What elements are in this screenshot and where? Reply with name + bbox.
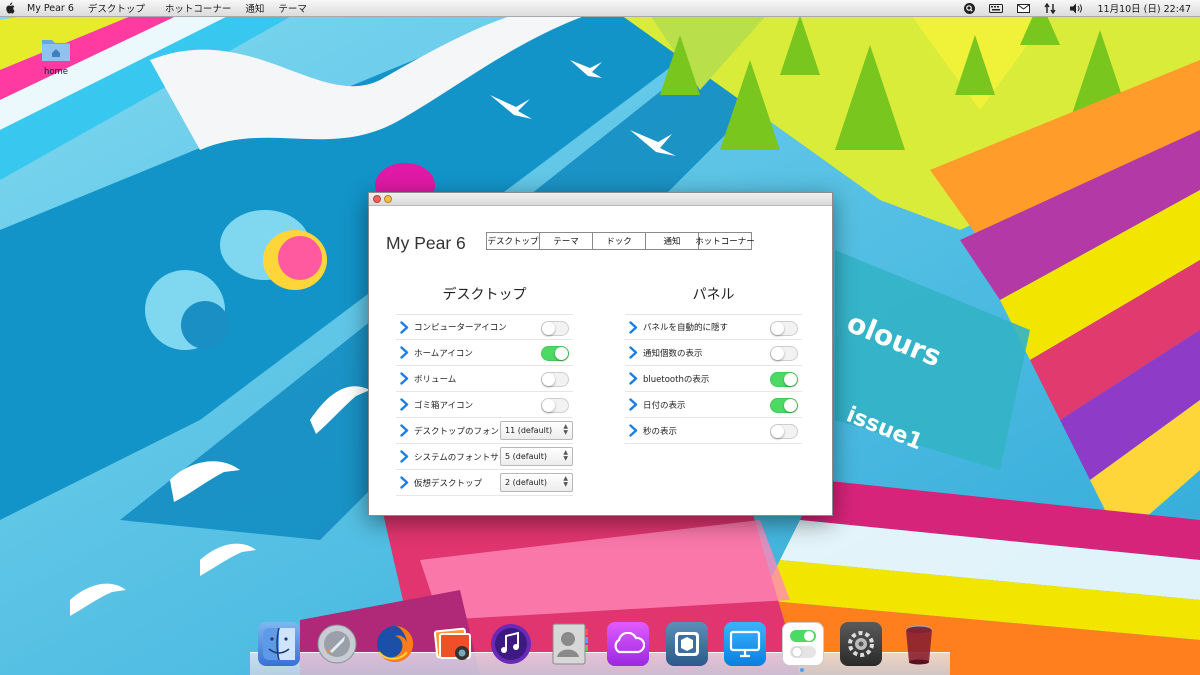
toggle-switch[interactable] bbox=[770, 321, 798, 336]
desktop-setting-row[interactable]: ゴミ箱アイコン bbox=[396, 392, 573, 418]
toggle-switch[interactable] bbox=[770, 398, 798, 413]
rocket-launcher-icon[interactable] bbox=[316, 622, 358, 666]
toggle-settings-icon[interactable] bbox=[782, 622, 824, 666]
toggle-switch[interactable] bbox=[541, 398, 569, 413]
minimize-button[interactable] bbox=[384, 195, 392, 203]
desktop-setting-row[interactable]: 仮想デスクトップ 2 (default) ▲ ▼ bbox=[396, 470, 573, 496]
menu-desktop[interactable]: デスクトップ bbox=[81, 1, 152, 15]
panel-settings-list: パネルを自動的に隠す 通知個数の表示 bluetoothの表示 日付の表示秒の表示 bbox=[625, 314, 802, 444]
panel-setting-row[interactable]: 日付の表示 bbox=[625, 392, 802, 418]
desktop-setting-row[interactable]: ホームアイコン bbox=[396, 340, 573, 366]
stepper-arrows-icon: ▲ ▼ bbox=[563, 423, 568, 436]
panel-setting-row[interactable]: bluetoothの表示 bbox=[625, 366, 802, 392]
desktop-settings-list: コンピューターアイコン ホームアイコン ボリュームゴミ箱アイコンデスクトップのフォン… bbox=[396, 314, 573, 496]
tab-desktop[interactable]: デスクトップ bbox=[486, 232, 540, 250]
desktop-setting-row[interactable]: システムのフォントサイズ 5 (default) ▲ ▼ bbox=[396, 444, 573, 470]
cydia-box-icon[interactable] bbox=[666, 622, 708, 666]
desktop-setting-row[interactable]: ボリューム bbox=[396, 366, 573, 392]
chevron-right-icon[interactable] bbox=[397, 372, 411, 386]
panel-setting-row[interactable]: 通知個数の表示 bbox=[625, 340, 802, 366]
panel-setting-label: 通知個数の表示 bbox=[643, 348, 703, 359]
chevron-right-icon[interactable] bbox=[397, 424, 411, 438]
volume-icon[interactable] bbox=[1070, 2, 1084, 14]
home-folder[interactable]: home bbox=[38, 36, 74, 77]
toggle-switch[interactable] bbox=[770, 372, 798, 387]
toggle-switch[interactable] bbox=[770, 424, 798, 439]
menu-notifications[interactable]: 通知 bbox=[238, 1, 271, 15]
value-select[interactable]: 11 (default) ▲ ▼ bbox=[500, 421, 573, 440]
menu-hot-corner[interactable]: ホットコーナー bbox=[158, 1, 239, 15]
home-folder-icon bbox=[42, 40, 70, 61]
photos-icon[interactable] bbox=[432, 622, 474, 666]
dock bbox=[0, 622, 1200, 670]
desktop-setting-label: ボリューム bbox=[414, 374, 457, 385]
toggle-switch[interactable] bbox=[541, 372, 569, 387]
chevron-right-icon[interactable] bbox=[397, 476, 411, 490]
window-titlebar[interactable] bbox=[369, 193, 832, 206]
chevron-right-icon[interactable] bbox=[626, 346, 640, 360]
panel-section-title: パネル bbox=[692, 287, 735, 303]
value-select[interactable]: 5 (default) ▲ ▼ bbox=[500, 447, 573, 466]
toggle-switch[interactable] bbox=[541, 346, 569, 361]
tab-hot-corner[interactable]: ホットコーナー bbox=[695, 232, 755, 250]
panel-setting-label: bluetoothの表示 bbox=[643, 374, 710, 385]
chevron-right-icon[interactable] bbox=[397, 320, 411, 334]
keyboard-icon[interactable] bbox=[989, 2, 1004, 14]
panel-setting-label: パネルを自動的に隠す bbox=[643, 323, 729, 333]
status-area: 11月10日 (日) 22:47 bbox=[962, 1, 1200, 15]
apple-menu-icon[interactable] bbox=[0, 2, 20, 14]
tab-bar: デスクトップ テーマ ドック 通知 ホットコーナー bbox=[486, 232, 755, 250]
select-value: 5 (default) bbox=[505, 452, 548, 461]
music-icon[interactable] bbox=[490, 622, 532, 666]
desktop-section-title: デスクトップ bbox=[442, 287, 527, 303]
chevron-right-icon[interactable] bbox=[626, 398, 640, 412]
desktop-setting-label: ゴミ箱アイコン bbox=[414, 400, 474, 411]
desktop-setting-label: 仮想デスクトップ bbox=[414, 478, 483, 489]
toggle-switch[interactable] bbox=[541, 321, 569, 336]
cloud-icon[interactable] bbox=[607, 622, 649, 666]
chevron-right-icon[interactable] bbox=[626, 372, 640, 386]
desktop-setting-label: デスクトップのフォント bbox=[414, 426, 508, 437]
tab-notifications[interactable]: 通知 bbox=[645, 232, 699, 250]
menu-theme[interactable]: テーマ bbox=[271, 1, 314, 15]
chevron-right-icon[interactable] bbox=[397, 346, 411, 360]
desktop-setting-label: コンピューターアイコン bbox=[414, 323, 507, 333]
clock[interactable]: 11月10日 (日) 22:47 bbox=[1097, 1, 1191, 15]
dock-running-indicator bbox=[800, 668, 804, 672]
select-value: 2 (default) bbox=[505, 478, 548, 487]
app-title: My Pear 6 bbox=[386, 233, 466, 253]
toggle-switch[interactable] bbox=[770, 346, 798, 361]
panel-setting-row[interactable]: パネルを自動的に隠す bbox=[625, 314, 802, 340]
system-settings-icon[interactable] bbox=[840, 622, 882, 666]
chevron-right-icon[interactable] bbox=[397, 398, 411, 412]
desktop-setting-label: ホームアイコン bbox=[414, 348, 473, 359]
display-icon[interactable] bbox=[724, 622, 766, 666]
search-icon[interactable] bbox=[962, 2, 976, 14]
panel-setting-label: 日付の表示 bbox=[643, 400, 686, 411]
desktop-setting-row[interactable]: コンピューターアイコン bbox=[396, 314, 573, 340]
tab-theme[interactable]: テーマ bbox=[539, 232, 593, 250]
home-folder-label: home bbox=[43, 67, 69, 77]
trash-icon[interactable] bbox=[898, 622, 940, 666]
menu-bar: My Pear 6 デスクトップ ホットコーナー 通知 テーマ 11月10日 (… bbox=[0, 0, 1200, 17]
close-button[interactable] bbox=[373, 195, 381, 203]
panel-setting-label: 秒の表示 bbox=[643, 426, 678, 437]
finder-icon[interactable] bbox=[258, 622, 300, 666]
mail-icon[interactable] bbox=[1016, 2, 1030, 14]
select-value: 11 (default) bbox=[505, 426, 553, 435]
contacts-icon[interactable] bbox=[548, 622, 590, 666]
panel-setting-row[interactable]: 秒の表示 bbox=[625, 418, 802, 444]
chevron-right-icon[interactable] bbox=[626, 424, 640, 438]
tab-dock[interactable]: ドック bbox=[592, 232, 646, 250]
stepper-arrows-icon: ▲ ▼ bbox=[563, 475, 568, 488]
app-menu[interactable]: My Pear 6 bbox=[20, 3, 81, 14]
desktop-setting-row[interactable]: デスクトップのフォント 11 (default) ▲ ▼ bbox=[396, 418, 573, 444]
network-icon[interactable] bbox=[1043, 2, 1057, 14]
firefox-icon[interactable] bbox=[374, 622, 416, 666]
settings-window: My Pear 6 デスクトップ テーマ ドック 通知 ホットコーナー デスクト… bbox=[368, 192, 833, 516]
chevron-right-icon[interactable] bbox=[626, 320, 640, 334]
chevron-right-icon[interactable] bbox=[397, 450, 411, 464]
value-select[interactable]: 2 (default) ▲ ▼ bbox=[500, 473, 573, 492]
stepper-arrows-icon: ▲ ▼ bbox=[563, 449, 568, 462]
